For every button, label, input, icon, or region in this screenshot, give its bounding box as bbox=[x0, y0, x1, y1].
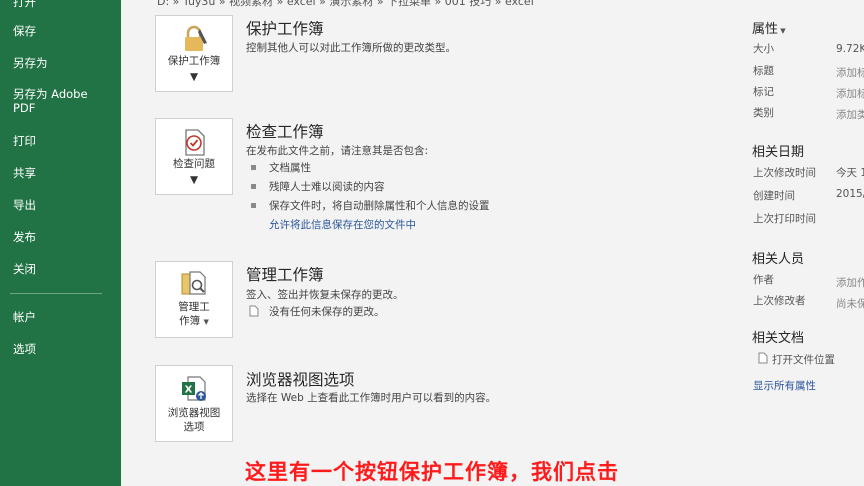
people-key: 上次修改者 bbox=[753, 295, 806, 307]
manage-workbook-label: 管理工 bbox=[178, 301, 210, 313]
browser-title: 浏览器视图选项 bbox=[246, 371, 355, 389]
date-key: 创建时间 bbox=[753, 190, 795, 202]
chevron-down-icon: ▼ bbox=[189, 174, 199, 186]
date-key: 上次打印时间 bbox=[753, 213, 816, 225]
bullet-icon bbox=[251, 165, 256, 170]
manage-desc: 签入、签出并恢复未保存的更改。 bbox=[246, 289, 404, 301]
manage-workbook-label-2-text: 作簿 bbox=[179, 315, 201, 327]
document-icon bbox=[758, 352, 768, 364]
backstage-sidebar: 打开 保存 另存为 另存为 Adobe PDF 打印 共享 导出 发布 关闭 帐… bbox=[0, 0, 121, 486]
check-issues-button[interactable]: 检查问题 ▼ bbox=[155, 118, 233, 195]
date-value: 2015/ bbox=[836, 188, 864, 200]
inspect-bullet: 保存文件时，将自动删除属性和个人信息的设置 bbox=[269, 200, 490, 212]
add-author-input[interactable]: 添加作 bbox=[836, 275, 864, 290]
prop-key: 标记 bbox=[753, 86, 774, 98]
nav-close[interactable]: 关闭 bbox=[13, 261, 36, 277]
bullet-icon bbox=[251, 203, 256, 208]
excel-web-icon: X bbox=[182, 376, 206, 401]
browser-desc: 选择在 Web 上查看此工作簿时用户可以看到的内容。 bbox=[246, 392, 497, 404]
lock-icon bbox=[185, 25, 207, 51]
people-value: 尚未保 bbox=[836, 298, 864, 310]
nav-options[interactable]: 选项 bbox=[13, 341, 36, 357]
manage-title: 管理工作簿 bbox=[246, 266, 324, 284]
nav-export[interactable]: 导出 bbox=[13, 197, 36, 213]
allow-save-info-link[interactable]: 允许将此信息保存在您的文件中 bbox=[269, 217, 416, 232]
breadcrumb: D: » Tuy3u » 视频素材 » excel » 演示素材 » 下拉菜单 … bbox=[157, 0, 534, 8]
chevron-down-icon: ▼ bbox=[189, 71, 199, 83]
nav-share[interactable]: 共享 bbox=[13, 165, 36, 181]
nav-divider bbox=[10, 293, 102, 294]
browser-view-label-2: 选项 bbox=[183, 421, 205, 433]
manage-workbook-button[interactable]: 管理工 作簿 ▼ bbox=[155, 261, 233, 338]
nav-save-as[interactable]: 另存为 bbox=[13, 55, 48, 71]
nav-publish[interactable]: 发布 bbox=[13, 229, 36, 245]
nav-save-as-pdf[interactable]: 另存为 Adobe PDF bbox=[13, 87, 103, 115]
inspect-bullet: 残障人士难以阅读的内容 bbox=[269, 181, 385, 193]
protect-workbook-label: 保护工作簿 bbox=[167, 55, 221, 67]
related-dates-header: 相关日期 bbox=[752, 145, 805, 160]
protect-desc: 控制其他人可以对此工作簿所做的更改类型。 bbox=[246, 42, 456, 54]
prop-key: 大小 bbox=[753, 43, 774, 55]
prop-key: 标题 bbox=[753, 65, 774, 77]
bullet-icon bbox=[251, 184, 256, 189]
manage-workbook-label-2: 作簿 ▼ bbox=[156, 314, 232, 329]
related-people-header: 相关人员 bbox=[752, 252, 805, 267]
date-value: 今天 1 bbox=[836, 167, 864, 179]
inspect-title: 检查工作簿 bbox=[246, 123, 324, 141]
properties-header-text: 属性 bbox=[752, 22, 779, 37]
browser-view-label: 浏览器视图 bbox=[167, 407, 221, 419]
date-key: 上次修改时间 bbox=[753, 167, 816, 179]
inspect-bullet: 文档属性 bbox=[269, 162, 311, 174]
document-icon bbox=[249, 305, 259, 317]
manage-document-icon bbox=[181, 271, 206, 295]
prop-value-input[interactable]: 添加标 bbox=[836, 65, 864, 80]
people-key: 作者 bbox=[753, 274, 774, 286]
chevron-down-icon: ▼ bbox=[203, 318, 209, 326]
manage-note: 没有任何未保存的更改。 bbox=[269, 306, 385, 318]
inspect-desc: 在发布此文件之前，请注意其是否包含: bbox=[246, 145, 429, 157]
nav-print[interactable]: 打印 bbox=[13, 133, 36, 149]
inspect-document-icon bbox=[185, 129, 205, 156]
nav-open[interactable]: 打开 bbox=[13, 0, 36, 10]
prop-key: 类别 bbox=[753, 107, 774, 119]
browser-view-options-button[interactable]: X 浏览器视图 选项 bbox=[155, 365, 233, 442]
open-file-location-link[interactable]: 打开文件位置 bbox=[772, 352, 835, 367]
nav-account[interactable]: 帐户 bbox=[13, 309, 36, 325]
chevron-down-icon: ▼ bbox=[778, 27, 786, 35]
protect-title: 保护工作簿 bbox=[246, 20, 324, 38]
prop-value-input[interactable]: 添加标 bbox=[836, 86, 864, 101]
nav-save[interactable]: 保存 bbox=[13, 23, 36, 39]
svg-text:X: X bbox=[185, 385, 193, 396]
video-subtitle: 这里有一个按钮保护工作簿，我们点击 bbox=[245, 460, 619, 484]
prop-value: 9.72K bbox=[836, 43, 864, 55]
protect-workbook-button[interactable]: 保护工作簿 ▼ bbox=[155, 15, 233, 92]
related-docs-header: 相关文档 bbox=[752, 331, 805, 346]
properties-header[interactable]: 属性 ▼ bbox=[752, 18, 786, 37]
check-issues-label: 检查问题 bbox=[173, 158, 215, 170]
show-all-properties-link[interactable]: 显示所有属性 bbox=[753, 378, 816, 393]
prop-value-input[interactable]: 添加类 bbox=[836, 107, 864, 122]
